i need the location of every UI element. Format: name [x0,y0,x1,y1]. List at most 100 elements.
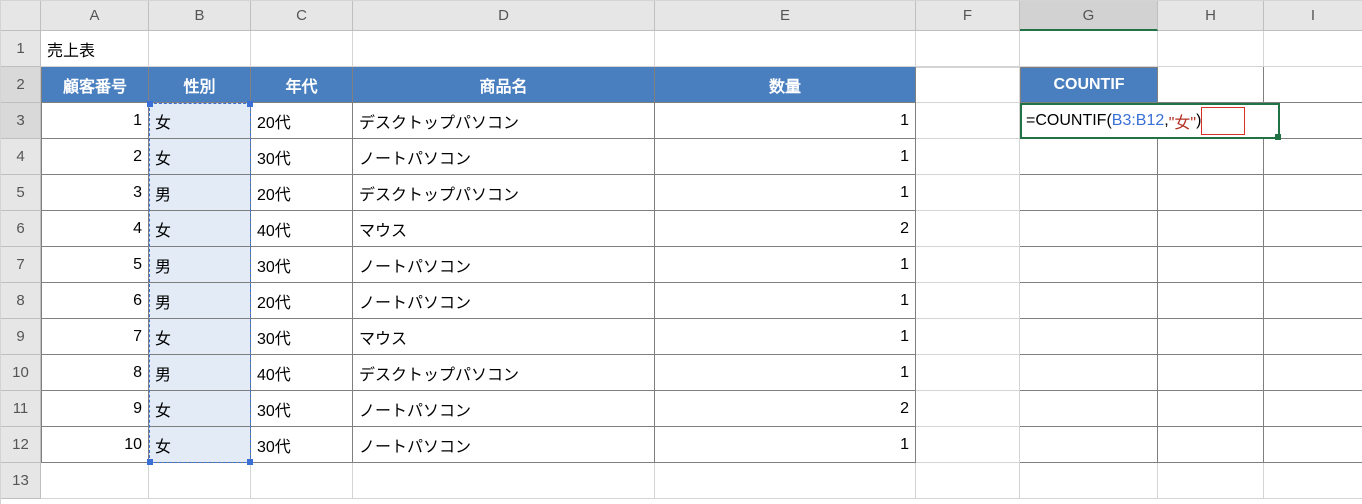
cell-I7[interactable] [1264,247,1362,283]
row-header-5[interactable]: 5 [1,175,41,211]
col-header-G[interactable]: G [1020,1,1158,31]
cell-C3[interactable]: 20代 [251,103,353,139]
cell-C11[interactable]: 30代 [251,391,353,427]
cell-A12[interactable]: 10 [41,427,149,463]
cell-H4[interactable] [1158,139,1264,175]
cell-D6[interactable]: マウス [353,211,655,247]
cell-D2[interactable]: 商品名 [353,67,655,103]
cell-G1[interactable] [1020,31,1158,67]
cell-H10[interactable] [1158,355,1264,391]
col-header-I[interactable]: I [1264,1,1362,31]
cell-I4[interactable] [1264,139,1362,175]
cell-D12[interactable]: ノートパソコン [353,427,655,463]
cell-F8[interactable] [916,283,1020,319]
cell-F4[interactable] [916,139,1020,175]
cell-F7[interactable] [916,247,1020,283]
cell-C13[interactable] [251,463,353,499]
cell-E1[interactable] [655,31,916,67]
cell-C7[interactable]: 30代 [251,247,353,283]
cell-B6[interactable]: 女 [149,211,251,247]
row-header-8[interactable]: 8 [1,283,41,319]
cell-F12[interactable] [916,427,1020,463]
cell-A5[interactable]: 3 [41,175,149,211]
cell-D10[interactable]: デスクトップパソコン [353,355,655,391]
cell-F9[interactable] [916,319,1020,355]
cell-F1[interactable] [916,31,1020,67]
cell-F2[interactable] [916,67,1020,103]
cell-E7[interactable]: 1 [655,247,916,283]
cell-D1[interactable] [353,31,655,67]
cell-F6[interactable] [916,211,1020,247]
cell-C6[interactable]: 40代 [251,211,353,247]
cell-B1[interactable] [149,31,251,67]
cell-A2[interactable]: 顧客番号 [41,67,149,103]
cell-G13[interactable] [1020,463,1158,499]
col-header-H[interactable]: H [1158,1,1264,31]
cell-I11[interactable] [1264,391,1362,427]
cell-C2[interactable]: 年代 [251,67,353,103]
row-header-9[interactable]: 9 [1,319,41,355]
row-header-2[interactable]: 2 [1,67,41,103]
cell-G4[interactable] [1020,139,1158,175]
cell-A10[interactable]: 8 [41,355,149,391]
row-header-4[interactable]: 4 [1,139,41,175]
cell-B4[interactable]: 女 [149,139,251,175]
col-header-D[interactable]: D [353,1,655,31]
cell-H6[interactable] [1158,211,1264,247]
cell-G10[interactable] [1020,355,1158,391]
cell-I6[interactable] [1264,211,1362,247]
cell-G7[interactable] [1020,247,1158,283]
col-header-F[interactable]: F [916,1,1020,31]
cell-C1[interactable] [251,31,353,67]
cell-I12[interactable] [1264,427,1362,463]
cell-B3[interactable]: 女 [149,103,251,139]
col-header-A[interactable]: A [41,1,149,31]
cell-D5[interactable]: デスクトップパソコン [353,175,655,211]
cell-C10[interactable]: 40代 [251,355,353,391]
cell-F11[interactable] [916,391,1020,427]
cell-E3[interactable]: 1 [655,103,916,139]
col-header-E[interactable]: E [655,1,916,31]
cell-D11[interactable]: ノートパソコン [353,391,655,427]
cell-B11[interactable]: 女 [149,391,251,427]
cell-H12[interactable] [1158,427,1264,463]
cell-B5[interactable]: 男 [149,175,251,211]
cell-D7[interactable]: ノートパソコン [353,247,655,283]
cell-H5[interactable] [1158,175,1264,211]
cell-I9[interactable] [1264,319,1362,355]
cell-D13[interactable] [353,463,655,499]
cell-B2[interactable]: 性別 [149,67,251,103]
row-header-12[interactable]: 12 [1,427,41,463]
row-header-7[interactable]: 7 [1,247,41,283]
cell-C9[interactable]: 30代 [251,319,353,355]
cell-D4[interactable]: ノートパソコン [353,139,655,175]
cell-B7[interactable]: 男 [149,247,251,283]
cell-G12[interactable] [1020,427,1158,463]
row-header-10[interactable]: 10 [1,355,41,391]
cell-E4[interactable]: 1 [655,139,916,175]
cell-A1[interactable]: 売上表 [41,31,149,67]
cell-G8[interactable] [1020,283,1158,319]
cell-H8[interactable] [1158,283,1264,319]
col-header-C[interactable]: C [251,1,353,31]
cell-H13[interactable] [1158,463,1264,499]
fill-handle[interactable] [1275,134,1281,140]
cell-A13[interactable] [41,463,149,499]
cell-D9[interactable]: マウス [353,319,655,355]
cell-B12[interactable]: 女 [149,427,251,463]
cell-E13[interactable] [655,463,916,499]
cell-G5[interactable] [1020,175,1158,211]
col-header-B[interactable]: B [149,1,251,31]
cell-B8[interactable]: 男 [149,283,251,319]
cell-H2[interactable] [1158,67,1264,103]
cell-E5[interactable]: 1 [655,175,916,211]
cell-I8[interactable] [1264,283,1362,319]
cell-I1[interactable] [1264,31,1362,67]
cell-C5[interactable]: 20代 [251,175,353,211]
cell-E9[interactable]: 1 [655,319,916,355]
row-header-13[interactable]: 13 [1,463,41,499]
active-cell-G3[interactable]: =COUNTIF(B3:B12,"女") [1020,103,1280,139]
cell-A7[interactable]: 5 [41,247,149,283]
cell-E12[interactable]: 1 [655,427,916,463]
cell-C8[interactable]: 20代 [251,283,353,319]
